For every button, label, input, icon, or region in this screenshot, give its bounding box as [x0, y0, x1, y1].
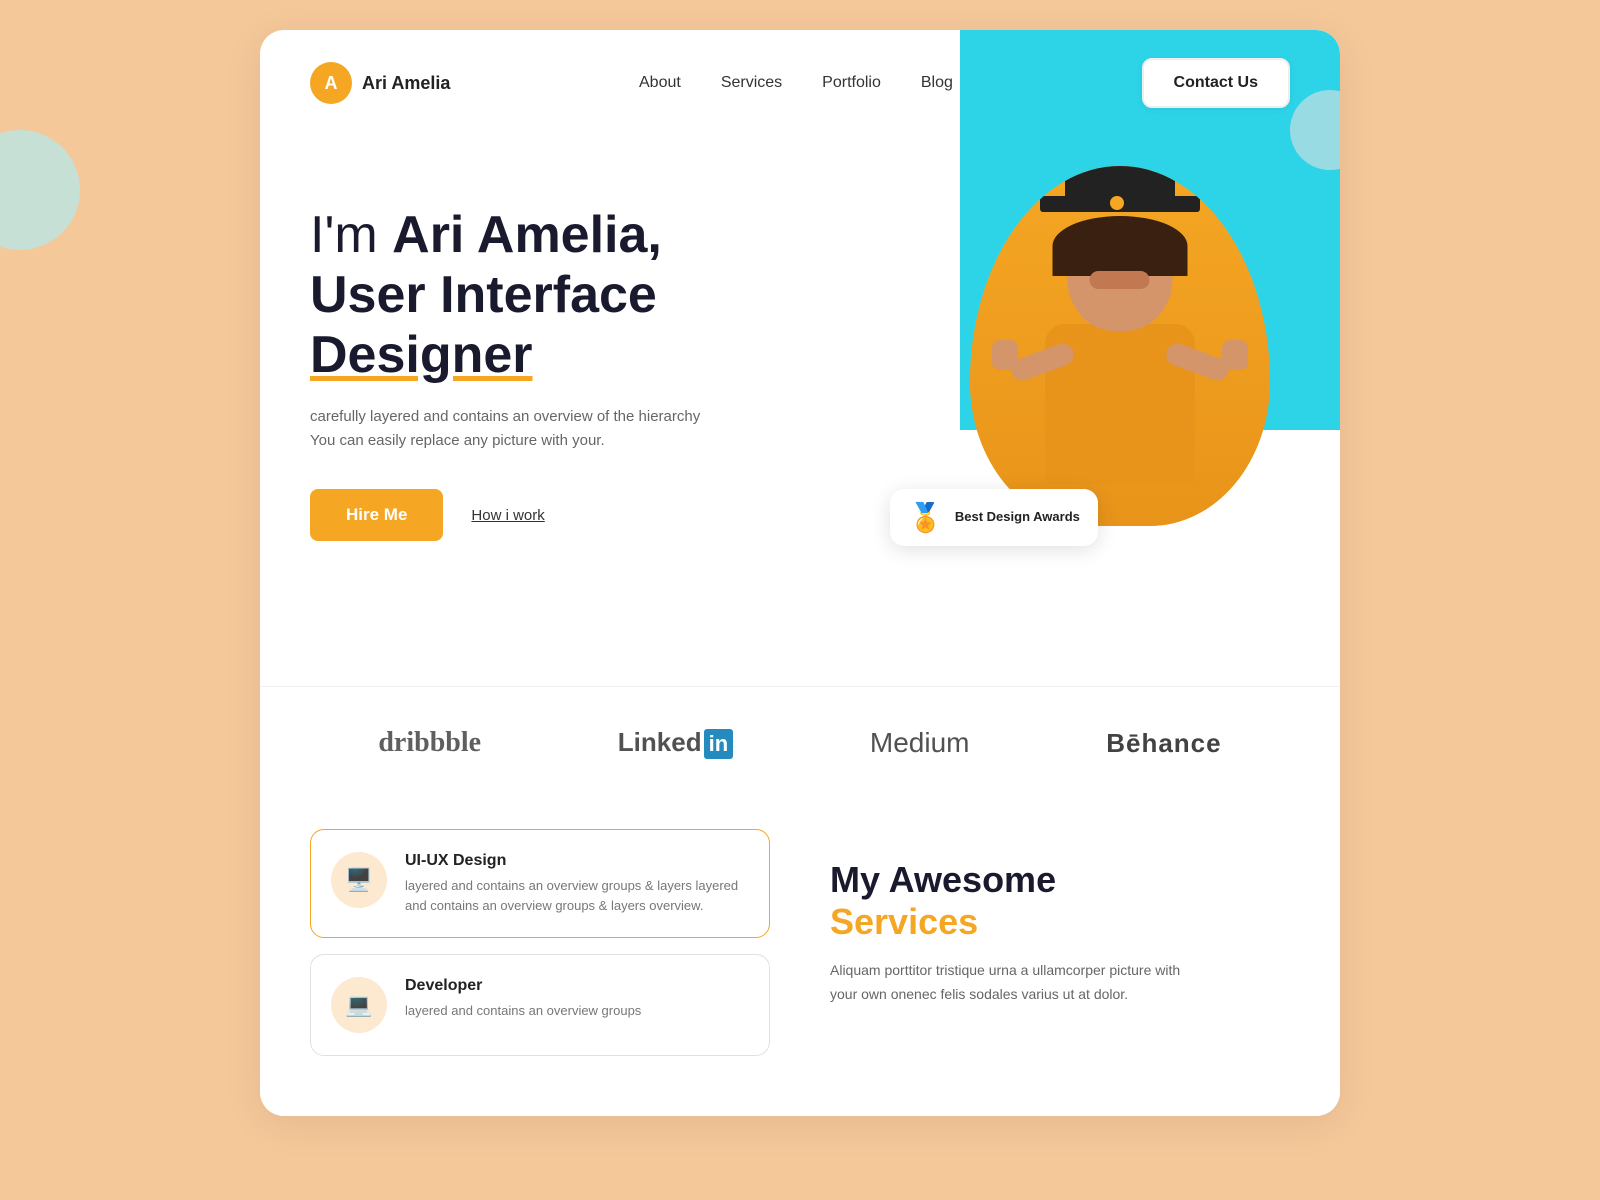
- hero-title-line2: User Interface: [310, 266, 910, 326]
- hero-line3: Designer: [310, 326, 533, 384]
- medium-label: Medium: [870, 727, 970, 758]
- dev-content: Developer layered and contains an overvi…: [405, 977, 641, 1021]
- award-text: Best Design Awards: [955, 508, 1080, 526]
- brand-behance: Bēhance: [1106, 728, 1221, 759]
- hair: [1053, 216, 1188, 276]
- hire-me-button[interactable]: Hire Me: [310, 489, 443, 541]
- uiux-title: UI-UX Design: [405, 852, 749, 870]
- logo-letter: A: [325, 73, 338, 94]
- services-description: Aliquam porttitor tristique urna a ullam…: [830, 959, 1210, 1007]
- hero-right: 🏅 Best Design Awards: [910, 176, 1290, 626]
- brand-medium: Medium: [870, 727, 970, 759]
- brand-linkedin: Linkedin: [618, 727, 733, 759]
- dribbble-label: dribbble: [378, 727, 481, 758]
- nav-blog[interactable]: Blog: [921, 74, 953, 92]
- services-heading-line1: My Awesome: [830, 859, 1056, 900]
- hero-title: I'm Ari Amelia, User Interface Designer: [310, 206, 910, 385]
- hero-line2: User Interface: [310, 266, 657, 324]
- uiux-icon: 🖥️: [345, 867, 372, 893]
- brand-dribbble: dribbble: [378, 727, 481, 759]
- service-card-dev[interactable]: 💻 Developer layered and contains an over…: [310, 954, 770, 1056]
- hero-section: I'm Ari Amelia, User Interface Designer …: [260, 136, 1340, 686]
- uiux-content: UI-UX Design layered and contains an ove…: [405, 852, 749, 915]
- hero-title-line1: I'm Ari Amelia,: [310, 206, 910, 266]
- person-silhouette: [970, 166, 1270, 526]
- logo-circle: A: [310, 62, 352, 104]
- dev-title: Developer: [405, 977, 641, 995]
- nav-about[interactable]: About: [639, 74, 681, 92]
- hero-subtitle-line1: carefully layered and contains an overvi…: [310, 408, 700, 425]
- smile: [1090, 271, 1150, 289]
- right-hand: [1222, 340, 1248, 370]
- logo-name: Ari Amelia: [362, 73, 450, 94]
- hat-top: [1065, 166, 1175, 198]
- contact-button[interactable]: Contact Us: [1142, 58, 1290, 108]
- linkedin-label: Linkedin: [618, 727, 733, 757]
- hero-left: I'm Ari Amelia, User Interface Designer …: [310, 176, 910, 541]
- hero-intro: I'm: [310, 206, 392, 264]
- nav-portfolio[interactable]: Portfolio: [822, 74, 881, 92]
- hero-subtitle: carefully layered and contains an overvi…: [310, 405, 730, 453]
- dev-icon-wrap: 💻: [331, 977, 387, 1033]
- services-section: 🖥️ UI-UX Design layered and contains an …: [260, 809, 1340, 1116]
- dev-icon: 💻: [345, 992, 372, 1018]
- uiux-desc: layered and contains an overview groups …: [405, 876, 749, 915]
- award-badge: 🏅 Best Design Awards: [890, 489, 1098, 546]
- nav-links: About Services Portfolio Blog: [639, 74, 953, 92]
- hero-actions: Hire Me How i work: [310, 489, 910, 541]
- person-container: [970, 166, 1270, 526]
- how-i-work-link[interactable]: How i work: [471, 507, 544, 524]
- navbar: A Ari Amelia About Services Portfolio Bl…: [260, 30, 1340, 136]
- person-head: [1068, 216, 1173, 331]
- brands-section: dribbble Linkedin Medium Bēhance: [260, 686, 1340, 809]
- services-heading-line2: Services: [830, 901, 1290, 943]
- orange-dot: [1110, 196, 1124, 210]
- behance-label: Bēhance: [1106, 728, 1221, 758]
- services-cards: 🖥️ UI-UX Design layered and contains an …: [310, 829, 770, 1056]
- services-info: My Awesome Services Aliquam porttitor tr…: [830, 829, 1290, 1056]
- hero-subtitle-line2: You can easily replace any picture with …: [310, 432, 605, 449]
- services-heading: My Awesome Services: [830, 859, 1290, 943]
- page-wrapper: A Ari Amelia About Services Portfolio Bl…: [260, 30, 1340, 1116]
- award-icon: 🏅: [908, 501, 943, 534]
- deco-circle-left: [0, 130, 80, 250]
- uiux-icon-wrap: 🖥️: [331, 852, 387, 908]
- dev-desc: layered and contains an overview groups: [405, 1001, 641, 1021]
- nav-services[interactable]: Services: [721, 74, 782, 92]
- service-card-uiux[interactable]: 🖥️ UI-UX Design layered and contains an …: [310, 829, 770, 938]
- left-hand: [992, 340, 1018, 370]
- hero-name: Ari Amelia,: [392, 206, 662, 264]
- logo-area: A Ari Amelia: [310, 62, 450, 104]
- hero-title-line3: Designer: [310, 326, 910, 386]
